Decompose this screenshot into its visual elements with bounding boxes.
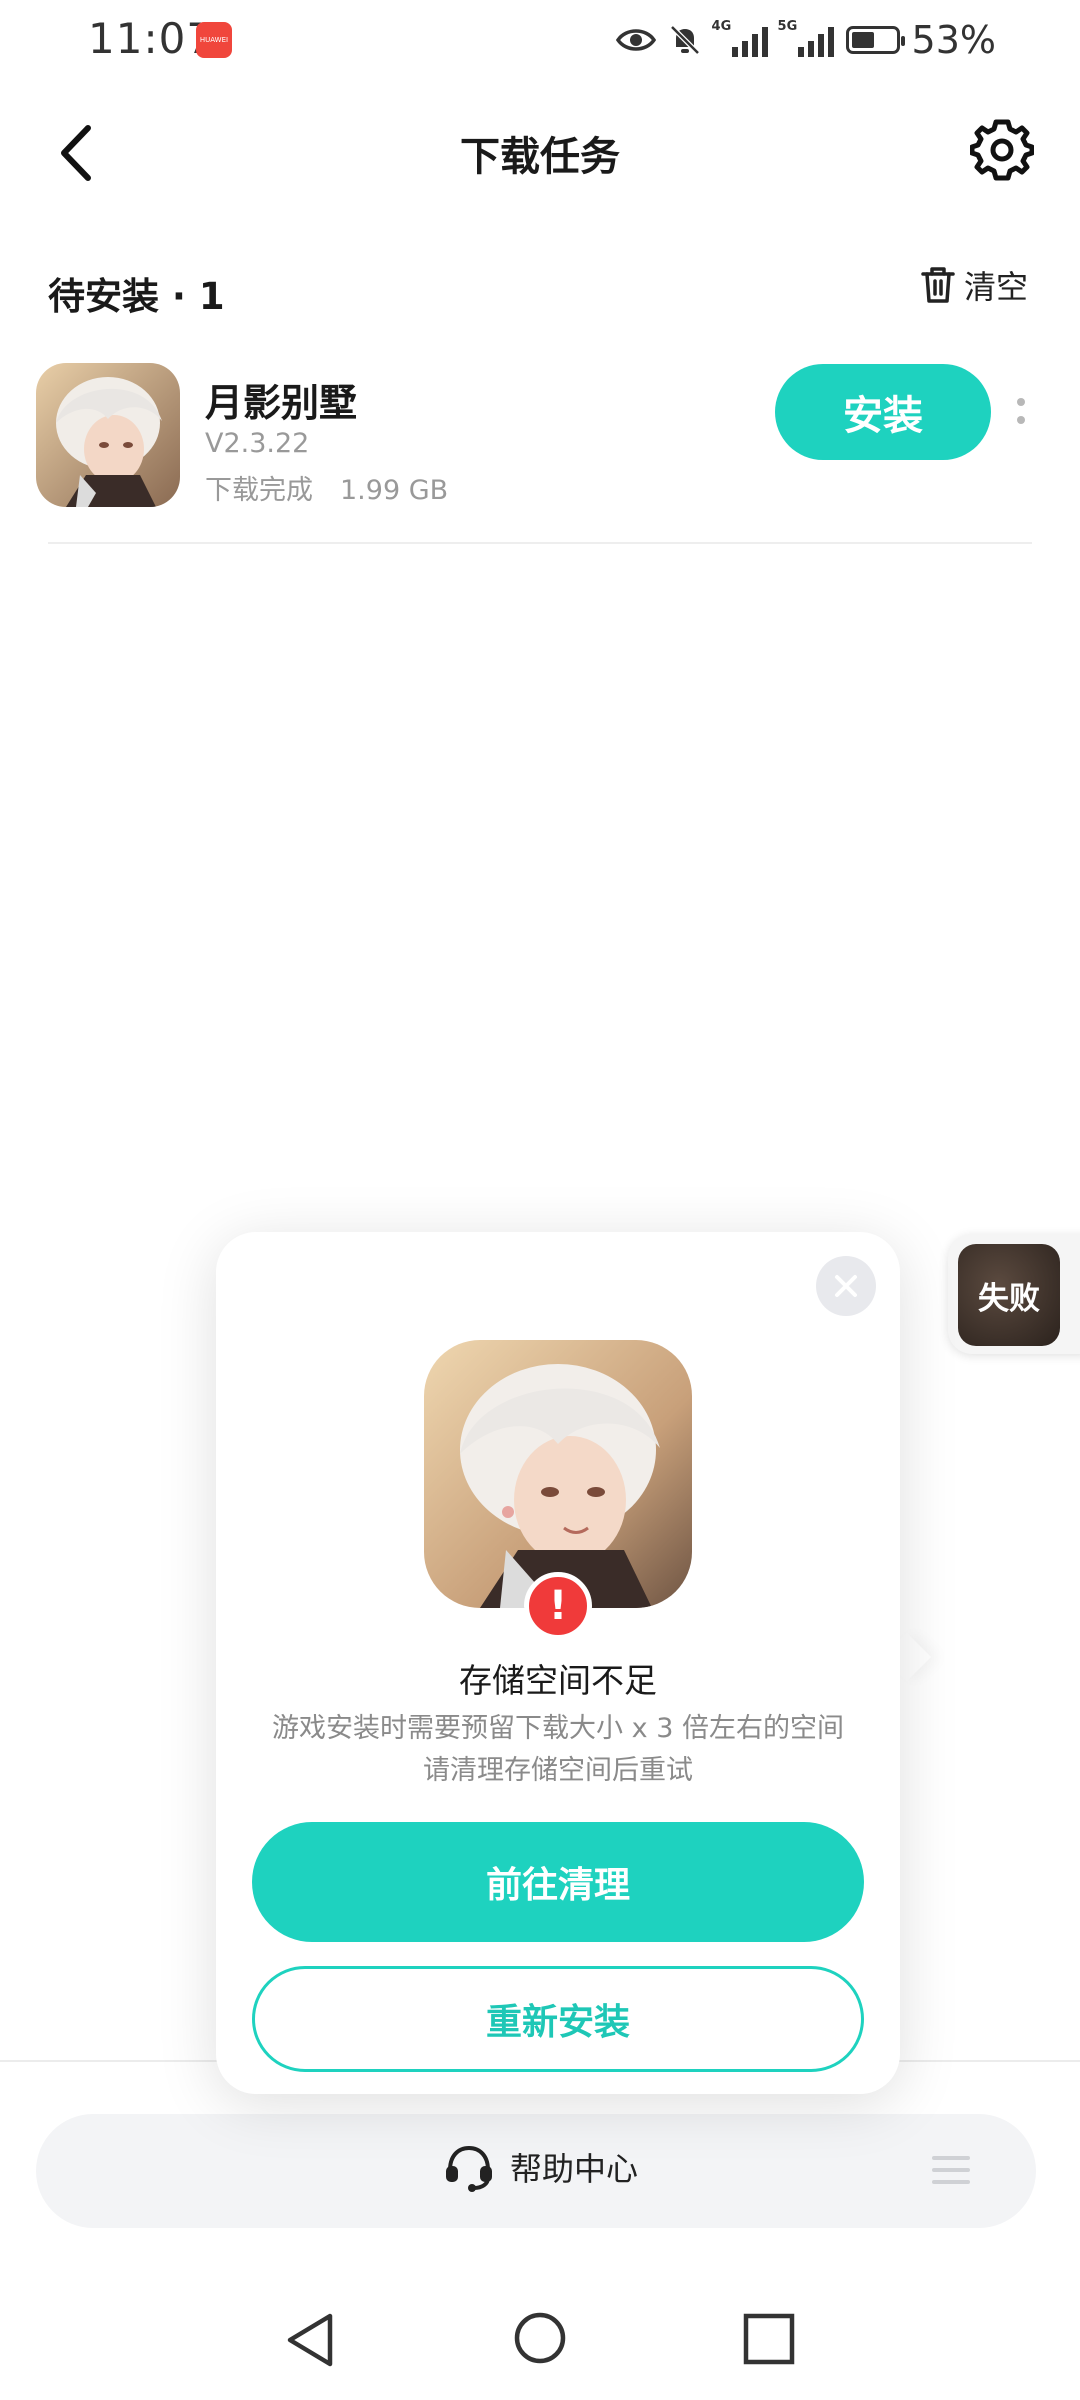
help-center-button[interactable]: 帮助中心 (0, 2140, 1080, 2194)
gear-icon[interactable] (970, 118, 1034, 182)
battery-percent: 53% (911, 18, 996, 62)
clear-label: 清空 (964, 268, 1029, 306)
install-button[interactable]: 安装 (775, 364, 991, 460)
divider (48, 542, 1032, 544)
nav-home-icon[interactable] (512, 2310, 568, 2366)
go-clean-button[interactable]: 前往清理 (252, 1822, 864, 1942)
trash-icon (921, 267, 955, 303)
failed-label: 失败 (978, 1280, 1040, 1317)
game-icon-large (424, 1340, 692, 1608)
clear-button[interactable]: 清空 (920, 262, 1028, 308)
section-title: 待安装 · 1 (48, 275, 225, 318)
app-version: V2.3.22 (205, 428, 310, 459)
popup-description: 游戏安装时需要预留下载大小 x 3 倍左右的空间 请清理存储空间后重试 (216, 1708, 900, 1792)
popup-desc-line2: 请清理存储空间后重试 (423, 1755, 693, 1786)
signal-5g-icon: 5G (778, 19, 834, 57)
close-button[interactable] (816, 1256, 876, 1316)
warning-icon: ! (524, 1572, 592, 1640)
more-icon[interactable] (1016, 396, 1026, 426)
app-notification-icon: HUAWEI (196, 22, 232, 58)
popup-desc-line1: 游戏安装时需要预留下载大小 x 3 倍左右的空间 (272, 1713, 844, 1744)
menu-icon[interactable] (932, 2154, 970, 2186)
help-center-label: 帮助中心 (509, 2150, 638, 2188)
mute-bell-icon (669, 25, 700, 55)
headset-icon (445, 2145, 492, 2192)
signal-4g-label: 4G (711, 19, 732, 34)
signal-5g-label: 5G (777, 19, 798, 34)
close-icon (835, 1275, 857, 1297)
reinstall-button[interactable]: 重新安装 (252, 1966, 864, 2072)
signal-4g-icon: 4G (712, 19, 768, 57)
status-icons: 4G 5G 53% (615, 18, 996, 62)
eye-icon (615, 29, 656, 51)
nav-back-icon[interactable] (282, 2310, 338, 2370)
download-status: 下载完成 1.99 GB (205, 475, 449, 506)
battery-icon (845, 26, 905, 54)
nav-recent-icon[interactable] (742, 2312, 796, 2366)
game-icon[interactable] (36, 363, 180, 507)
page-title: 下载任务 (460, 134, 620, 180)
battery-fill (851, 32, 874, 48)
app-name: 月影别墅 (205, 381, 358, 425)
failed-download-thumb[interactable]: 失败 (958, 1244, 1060, 1346)
popup-title: 存储空间不足 (459, 1661, 657, 1700)
